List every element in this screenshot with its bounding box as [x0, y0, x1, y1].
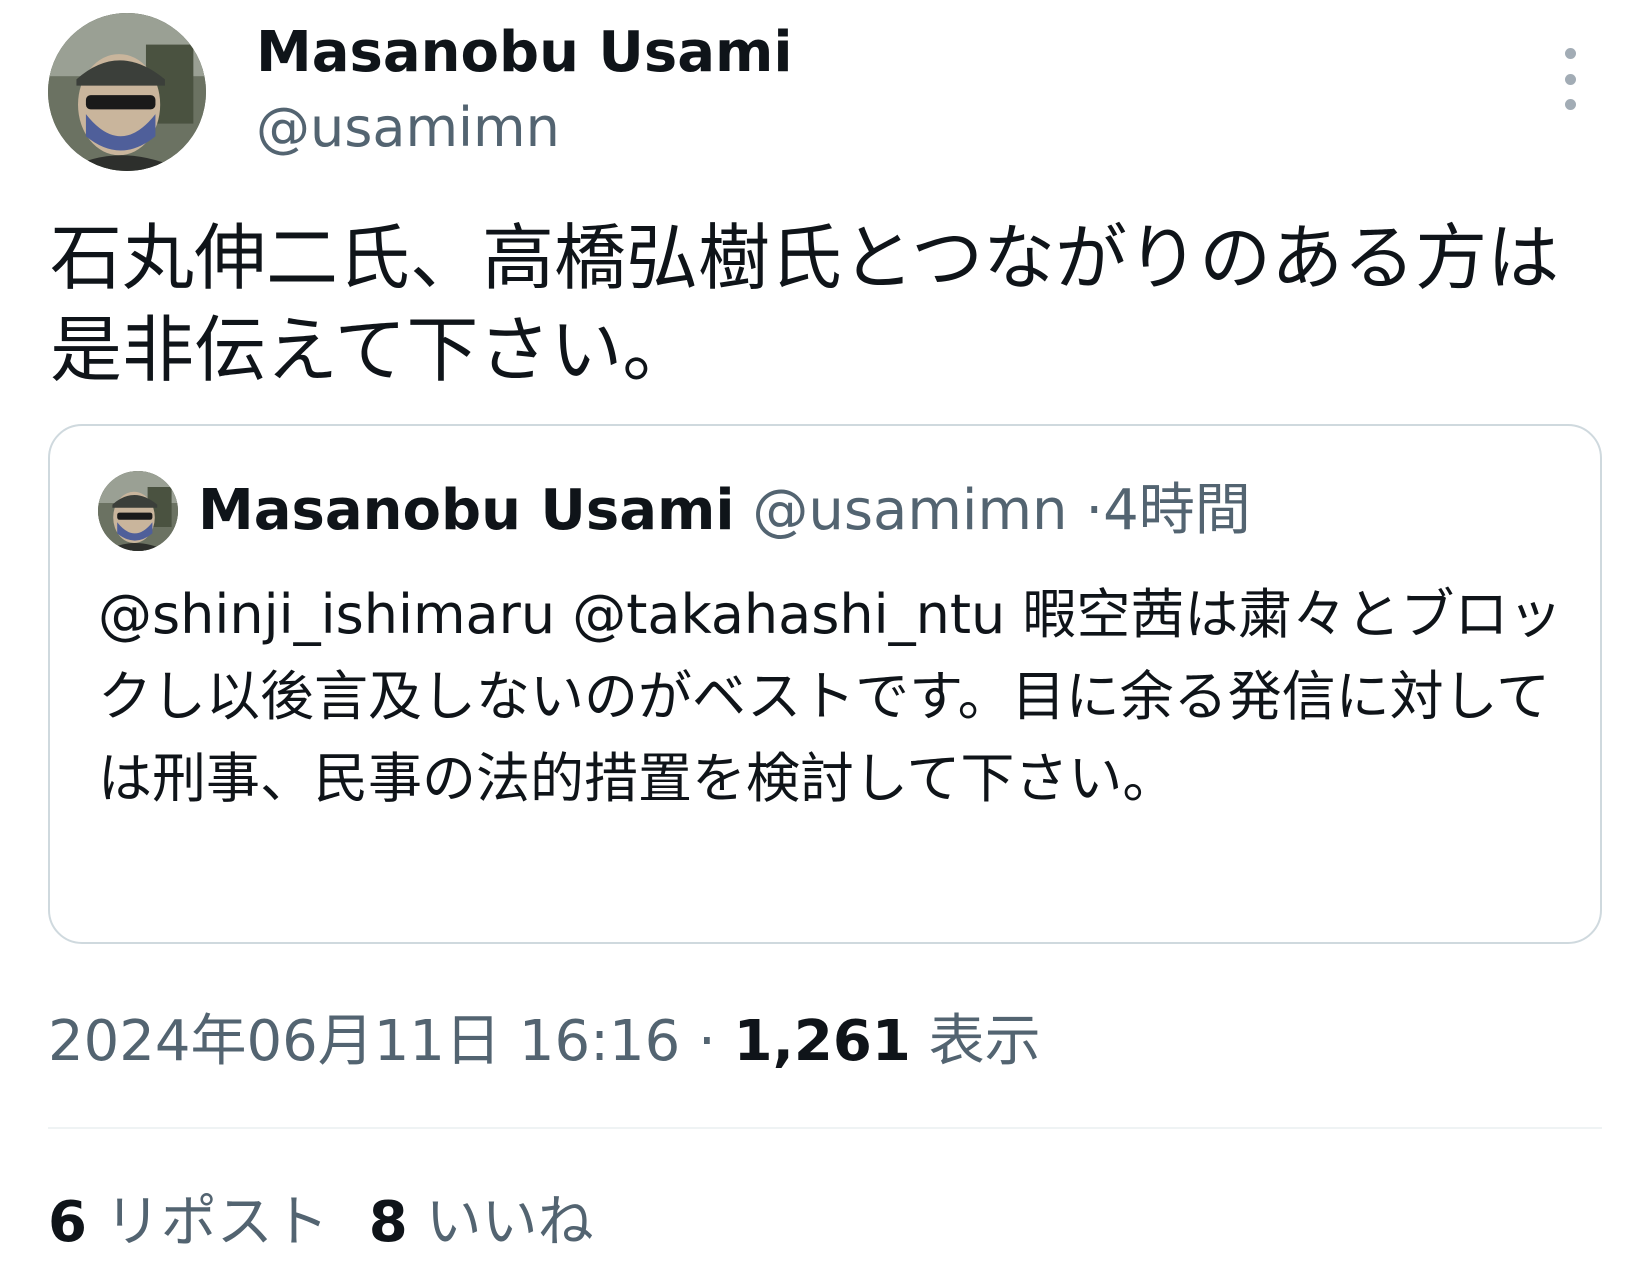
quoted-author-avatar — [98, 471, 178, 551]
avatar-photo-icon — [98, 471, 178, 551]
quoted-timestamp: 4時間 — [1103, 478, 1251, 543]
avatar-photo-icon — [48, 13, 206, 171]
meta-separator: · — [698, 1009, 716, 1074]
tweet-text: 石丸伸二氏、高橋弘樹氏とつながりのある方は是非伝えて下さい。 — [50, 216, 1560, 392]
author-handle[interactable]: @usamimn — [256, 93, 560, 163]
reposts-count: 6 — [48, 1190, 87, 1255]
quoted-author-handle: @usamimn — [752, 478, 1068, 543]
more-vertical-icon-dot — [1564, 99, 1576, 110]
likes-label: いいね — [425, 1190, 594, 1255]
quoted-tweet-text: @shinji_ishimaru @takahashi_ntu 暇空茜は粛々とブ… — [98, 583, 1563, 810]
tweet-datetime[interactable]: 2024年06月11日 16:16 — [48, 1009, 680, 1074]
divider — [48, 1127, 1602, 1129]
likes-count: 8 — [368, 1190, 408, 1255]
tweet-stats: 6 リポスト 8 いいね — [48, 1188, 594, 1258]
author-avatar[interactable] — [48, 13, 206, 171]
more-vertical-icon — [1564, 48, 1576, 59]
reposts-label: リポスト — [104, 1190, 329, 1255]
more-vertical-icon-dot — [1564, 73, 1576, 85]
views-count: 1,261 — [733, 1009, 911, 1074]
likes-stat[interactable]: 8 いいね — [369, 1190, 594, 1255]
quoted-tweet[interactable]: Masanobu Usami @usamimn ·4時間 @shinji_ish… — [48, 424, 1602, 944]
quoted-tweet-header: Masanobu Usami @usamimn ·4時間 — [198, 476, 1251, 546]
reposts-stat[interactable]: 6 リポスト — [48, 1190, 329, 1255]
tweet: Masanobu Usami @usamimn 石丸伸二氏、高橋弘樹氏とつながり… — [0, 0, 1644, 1275]
quoted-separator: · — [1085, 478, 1104, 543]
more-options-button[interactable] — [1550, 48, 1590, 110]
author-name[interactable]: Masanobu Usami — [256, 18, 793, 88]
views-label: 表示 — [928, 1009, 1041, 1074]
quoted-author-name: Masanobu Usami — [198, 478, 735, 543]
tweet-meta: 2024年06月11日 16:16 · 1,261 表示 — [48, 1007, 1041, 1077]
